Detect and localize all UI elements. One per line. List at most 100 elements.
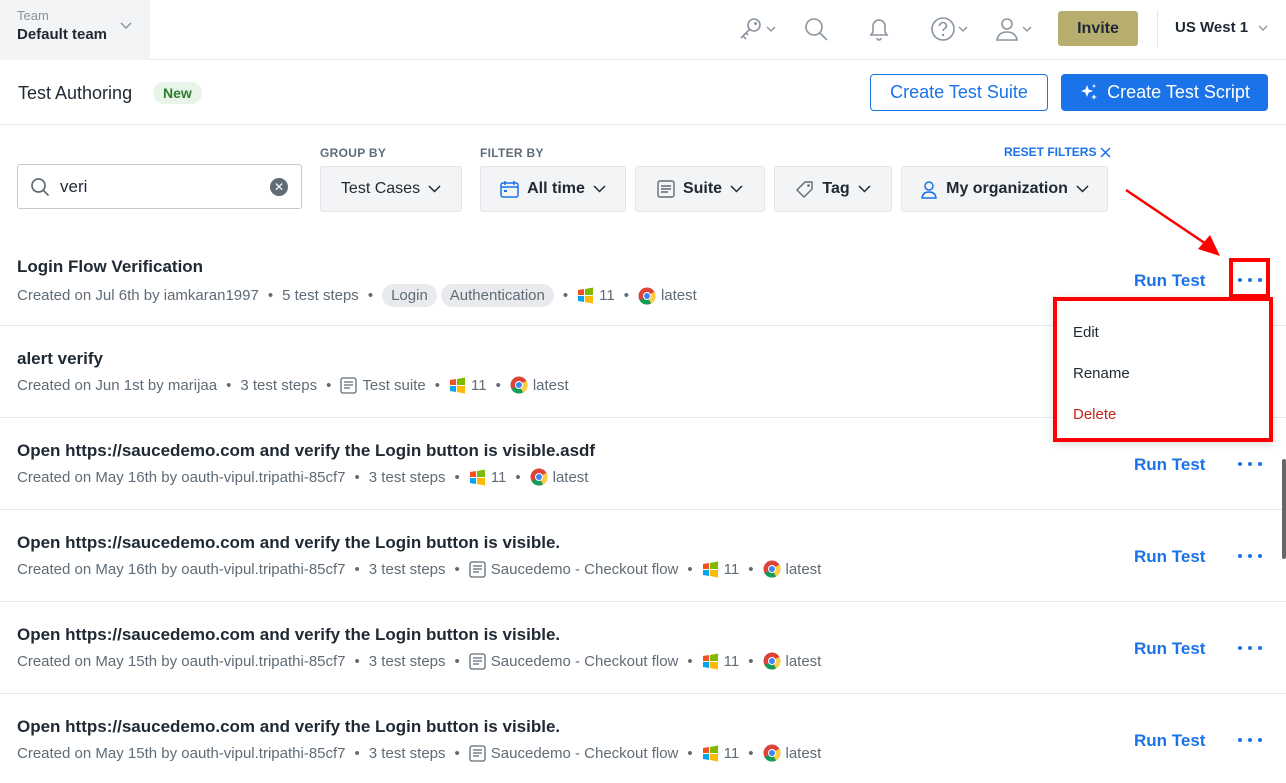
separator-dot: •	[623, 287, 629, 304]
test-title[interactable]: Open https://saucedemo.com and verify th…	[17, 533, 560, 553]
separator-dot: •	[454, 652, 460, 670]
help-menu[interactable]	[930, 14, 968, 44]
tag-chip[interactable]: Authentication	[440, 284, 554, 307]
menu-item-delete[interactable]: Delete	[1073, 406, 1116, 423]
dot-icon	[1258, 462, 1262, 466]
create-test-suite-button[interactable]: Create Test Suite	[870, 74, 1048, 111]
run-test-button[interactable]: Run Test	[1134, 455, 1205, 475]
invite-button[interactable]: Invite	[1058, 11, 1138, 46]
suite-name: Saucedemo - Checkout flow	[490, 652, 679, 670]
owner-filter-dropdown[interactable]: My organization	[901, 166, 1108, 212]
os-version: 11	[471, 376, 487, 394]
help-icon	[931, 17, 955, 41]
calendar-icon	[500, 181, 519, 198]
table-row[interactable]: Open https://saucedemo.com and verify th…	[0, 510, 1286, 602]
run-test-button[interactable]: Run Test	[1134, 639, 1205, 659]
chevron-down-icon	[1022, 26, 1032, 32]
separator-dot: •	[454, 468, 460, 486]
test-suite-icon	[469, 560, 486, 578]
api-key-menu[interactable]	[738, 14, 776, 44]
tag-filter-dropdown[interactable]: Tag	[774, 166, 892, 212]
separator-dot: •	[748, 560, 754, 578]
user-menu[interactable]	[994, 14, 1032, 44]
dot-icon	[1258, 554, 1262, 558]
windows-icon	[702, 653, 718, 669]
windows-icon	[469, 469, 485, 485]
team-label: Team	[17, 8, 49, 23]
tag-icon	[796, 180, 814, 198]
clear-search-icon[interactable]: ✕	[270, 178, 288, 196]
test-meta: Created on May 15th by oauth-vipul.tripa…	[17, 652, 821, 670]
more-actions-button[interactable]	[1238, 457, 1262, 471]
separator-dot: •	[454, 560, 460, 578]
divider	[1157, 10, 1158, 48]
suite-name: Saucedemo - Checkout flow	[490, 744, 679, 762]
run-test-button[interactable]: Run Test	[1134, 547, 1205, 567]
test-suite-icon	[340, 376, 358, 394]
separator-dot: •	[434, 376, 440, 394]
search-input[interactable]	[60, 176, 260, 197]
created-info: Created on May 15th by oauth-vipul.tripa…	[17, 652, 346, 670]
run-test-button[interactable]: Run Test	[1134, 731, 1205, 751]
test-title[interactable]: Open https://saucedemo.com and verify th…	[17, 625, 560, 645]
separator-dot: •	[515, 468, 521, 486]
menu-item-edit[interactable]: Edit	[1073, 324, 1099, 341]
test-meta: Created on May 15th by oauth-vipul.tripa…	[17, 744, 821, 762]
time-filter-value: All time	[527, 180, 585, 197]
group-by-dropdown[interactable]: Test Cases	[320, 166, 462, 212]
dot-icon	[1248, 738, 1252, 742]
group-by-value: Test Cases	[340, 180, 421, 197]
run-test-button[interactable]: Run Test	[1134, 271, 1205, 291]
chrome-icon	[763, 652, 780, 670]
more-actions-button[interactable]	[1238, 733, 1262, 747]
dot-icon	[1238, 462, 1242, 466]
more-actions-button[interactable]	[1238, 549, 1262, 563]
test-title[interactable]: Open https://saucedemo.com and verify th…	[17, 717, 560, 737]
tag-filter-label: Tag	[822, 180, 850, 197]
notifications-button[interactable]	[867, 14, 891, 44]
test-title[interactable]: Open https://saucedemo.com and verify th…	[17, 441, 595, 461]
suite-filter-dropdown[interactable]: Suite	[635, 166, 765, 212]
table-row[interactable]: Open https://saucedemo.com and verify th…	[0, 694, 1286, 783]
suite-icon-wrap	[469, 560, 486, 578]
tag-chip[interactable]: Login	[382, 284, 437, 307]
chrome-icon	[638, 287, 656, 304]
create-test-script-button[interactable]: Create Test Script	[1061, 74, 1268, 111]
separator-dot: •	[326, 376, 332, 394]
os-version: 11	[490, 468, 507, 486]
test-meta: Created on Jun 1st by marijaa • 3 test ste…	[17, 376, 569, 394]
create-test-script-label: Create Test Script	[1107, 82, 1250, 102]
table-row[interactable]: Open https://saucedemo.com and verify th…	[0, 602, 1286, 694]
dot-icon	[1248, 646, 1252, 650]
search-button[interactable]	[803, 14, 829, 44]
chevron-down-icon	[858, 185, 871, 193]
step-count: 3 test steps	[240, 376, 318, 394]
chevron-down-icon	[730, 185, 743, 193]
menu-item-rename[interactable]: Rename	[1073, 365, 1130, 382]
team-switcher[interactable]: Team Default team	[0, 0, 150, 60]
separator-dot: •	[687, 652, 693, 670]
os-icon-wrap	[702, 745, 719, 762]
separator-dot: •	[354, 560, 360, 578]
sparkle-icon	[1081, 83, 1098, 100]
windows-icon	[702, 561, 718, 577]
suite-name: Saucedemo - Checkout flow	[490, 560, 679, 578]
test-title[interactable]: alert verify	[17, 349, 103, 369]
reset-filters-button[interactable]: RESET FILTERS	[1004, 145, 1111, 159]
more-actions-button[interactable]	[1238, 641, 1262, 655]
dot-icon	[1258, 646, 1262, 650]
separator-dot: •	[687, 560, 693, 578]
chevron-down-icon	[428, 185, 441, 193]
suite-icon	[657, 180, 675, 198]
bell-icon	[869, 19, 889, 41]
time-filter-dropdown[interactable]: All time	[480, 166, 626, 212]
highlight-box	[1229, 258, 1270, 298]
separator-dot: •	[267, 287, 274, 304]
test-title[interactable]: Login Flow Verification	[17, 257, 203, 277]
scrollbar[interactable]	[1282, 459, 1286, 559]
step-count: 5 test steps	[282, 287, 359, 304]
browser-icon-wrap	[763, 652, 781, 670]
browser-version: latest	[785, 560, 822, 578]
search-field[interactable]: ✕	[17, 164, 302, 209]
region-selector[interactable]: US West 1	[1175, 19, 1268, 36]
